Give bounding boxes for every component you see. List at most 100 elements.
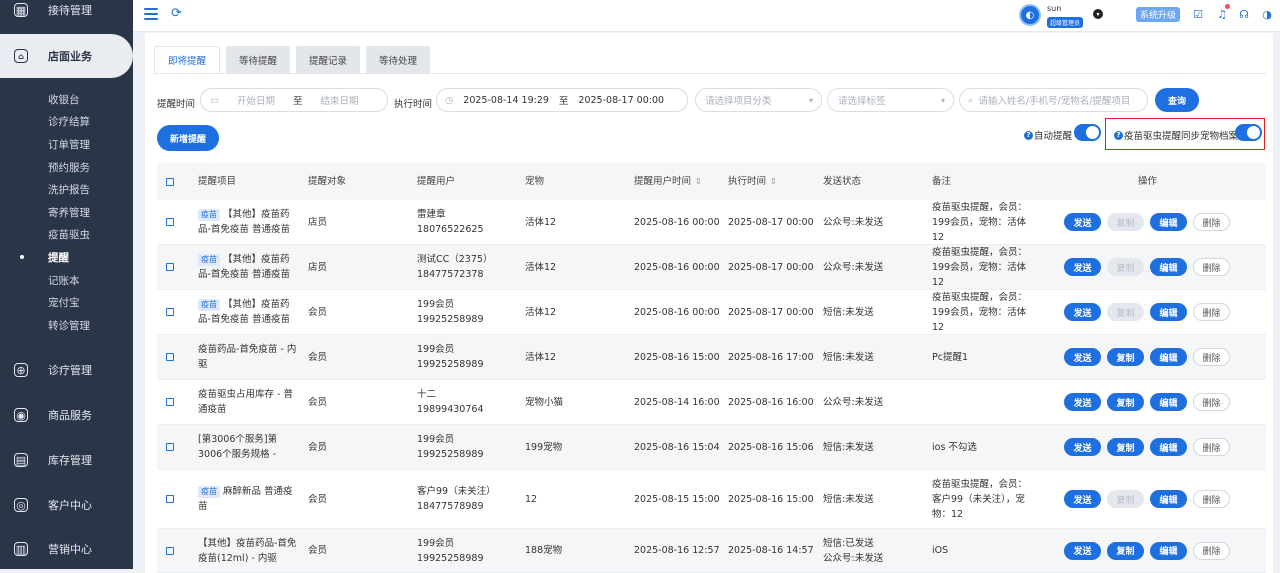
exec-date-range[interactable]: ◷ 2025-08-14 19:29 至 2025-08-17 00:00 bbox=[436, 88, 688, 112]
checkbox[interactable] bbox=[166, 308, 174, 316]
row-checkbox-cell[interactable] bbox=[166, 470, 174, 528]
edit-button[interactable]: 编辑 bbox=[1150, 438, 1187, 456]
row-checkbox-cell[interactable] bbox=[166, 425, 174, 469]
send-button[interactable]: 发送 bbox=[1064, 348, 1101, 366]
row-checkbox-cell[interactable] bbox=[166, 245, 174, 289]
sidebar-subitem[interactable]: 订单管理 bbox=[0, 133, 133, 156]
sync-toggle[interactable] bbox=[1235, 124, 1262, 141]
copy-button[interactable]: 复制 bbox=[1107, 438, 1144, 456]
sidebar-group[interactable]: ▤ 库存管理 bbox=[0, 440, 133, 480]
delete-button[interactable]: 删除 bbox=[1193, 213, 1230, 231]
row-checkbox-cell[interactable] bbox=[166, 380, 174, 424]
table-row: 疫苗药品-首免疫苗 - 内驱 会员 199会员 19925258989 活体12 2025… bbox=[157, 335, 1266, 380]
tab-item[interactable]: 等待提醒 bbox=[226, 46, 291, 73]
row-checkbox-cell[interactable] bbox=[166, 335, 174, 379]
sidebar-group[interactable]: ◉ 商品服务 bbox=[0, 395, 133, 435]
checkbox[interactable] bbox=[166, 177, 174, 186]
send-button[interactable]: 发送 bbox=[1064, 213, 1101, 231]
checkbox[interactable] bbox=[166, 218, 174, 226]
send-button[interactable]: 发送 bbox=[1064, 541, 1101, 560]
edit-button[interactable]: 编辑 bbox=[1150, 213, 1187, 231]
copy-button[interactable]: 复制 bbox=[1107, 541, 1144, 560]
query-button[interactable]: 查询 bbox=[1155, 88, 1199, 112]
nav-reception[interactable]: ▦ 接待管理 bbox=[0, 0, 133, 30]
sidebar-subitem[interactable]: 转诊管理 bbox=[0, 314, 133, 337]
edit-button[interactable]: 编辑 bbox=[1150, 490, 1187, 508]
checkbox[interactable] bbox=[166, 546, 174, 555]
tab-item[interactable]: 即将提醒 bbox=[154, 46, 221, 73]
checkbox[interactable] bbox=[166, 443, 174, 451]
bell-icon[interactable]: ♫ bbox=[1215, 7, 1229, 21]
headset-icon[interactable]: ☊ bbox=[1237, 7, 1251, 21]
support-icon[interactable]: ◑ bbox=[1260, 7, 1274, 21]
nav-store-business[interactable]: ⌂ 店面业务 bbox=[0, 34, 133, 78]
select-all-checkbox[interactable] bbox=[166, 163, 174, 200]
auto-remind-toggle[interactable] bbox=[1074, 124, 1101, 141]
sidebar-subitem[interactable]: 疫苗驱虫 bbox=[0, 224, 133, 247]
sidebar-subitem[interactable]: 诊疗结算 bbox=[0, 111, 133, 134]
sidebar-subitem[interactable]: 记账本 bbox=[0, 269, 133, 292]
pet-cell: 活体12 bbox=[525, 306, 557, 318]
sidebar-subitem[interactable]: 洗护报告 bbox=[0, 178, 133, 201]
new-reminder-button[interactable]: 新增提醒 bbox=[157, 125, 219, 151]
sort-icon[interactable]: ⇕ bbox=[770, 174, 777, 189]
sidebar-group[interactable]: ▥ 营销中心 bbox=[0, 529, 133, 569]
column-header: 操作 bbox=[1138, 163, 1157, 200]
avatar[interactable]: ◐ bbox=[1019, 4, 1041, 26]
calendar-check-icon[interactable]: ☑ bbox=[1191, 7, 1205, 21]
send-button[interactable]: 发送 bbox=[1064, 258, 1101, 276]
remind-date-range[interactable]: ▭ 开始日期 至 结束日期 bbox=[200, 88, 388, 112]
menu-toggle-icon[interactable] bbox=[144, 8, 158, 20]
sidebar-group[interactable]: ⊕ 诊疗管理 bbox=[0, 350, 133, 390]
delete-button[interactable]: 删除 bbox=[1193, 303, 1230, 321]
checkbox[interactable] bbox=[166, 353, 174, 361]
exec-time-label: 执行时间 bbox=[394, 99, 433, 110]
sidebar-subitem[interactable]: 宠付宝 bbox=[0, 291, 133, 314]
remind-time-cell: 2025-08-16 15:00 bbox=[634, 351, 720, 363]
tab-item[interactable]: 提醒记录 bbox=[296, 46, 361, 73]
row-checkbox-cell[interactable] bbox=[166, 529, 174, 572]
search-input[interactable]: ⌕ 请输入姓名/手机号/宠物名/提醒项目 bbox=[959, 88, 1148, 112]
sidebar-subitem[interactable]: 预约服务 bbox=[0, 156, 133, 179]
row-checkbox-cell[interactable] bbox=[166, 290, 174, 334]
sidebar-subitem[interactable]: 寄养管理 bbox=[0, 201, 133, 224]
help-icon[interactable]: ? bbox=[1024, 130, 1033, 140]
sidebar-group[interactable]: ◎ 客户中心 bbox=[0, 485, 133, 525]
send-button[interactable]: 发送 bbox=[1064, 303, 1101, 321]
user-dropdown-icon[interactable]: ▾ bbox=[1093, 9, 1103, 19]
category-select[interactable]: 请选择项目分类 ▾ bbox=[695, 88, 822, 112]
delete-button[interactable]: 删除 bbox=[1193, 258, 1230, 276]
edit-button[interactable]: 编辑 bbox=[1150, 258, 1187, 276]
delete-button[interactable]: 删除 bbox=[1193, 541, 1230, 560]
delete-button[interactable]: 删除 bbox=[1193, 438, 1230, 456]
edit-button[interactable]: 编辑 bbox=[1150, 303, 1187, 321]
checkbox[interactable] bbox=[166, 263, 174, 271]
sidebar-subitem[interactable]: 提醒 bbox=[0, 246, 133, 269]
send-button[interactable]: 发送 bbox=[1064, 490, 1101, 508]
tab-bar: 即将提醒 等待提醒 提醒记录 等待处理 bbox=[154, 46, 431, 73]
edit-button[interactable]: 编辑 bbox=[1150, 348, 1187, 366]
status-text: 公众号:未发送 bbox=[823, 261, 884, 273]
checkbox[interactable] bbox=[166, 495, 174, 503]
copy-button[interactable]: 复制 bbox=[1107, 393, 1144, 411]
help-icon[interactable]: ? bbox=[1114, 130, 1123, 140]
copy-button[interactable]: 复制 bbox=[1107, 348, 1144, 366]
tag-select[interactable]: 请选择标签 ▾ bbox=[827, 88, 954, 112]
item-cell: 【其他】疫苗药品-首免疫苗(12ml) - 内驱 bbox=[198, 529, 298, 572]
delete-button[interactable]: 删除 bbox=[1193, 348, 1230, 366]
edit-button[interactable]: 编辑 bbox=[1150, 541, 1187, 560]
delete-button[interactable]: 删除 bbox=[1193, 490, 1230, 508]
send-button[interactable]: 发送 bbox=[1064, 438, 1101, 456]
sort-icon[interactable]: ⇕ bbox=[695, 174, 702, 189]
refresh-icon[interactable]: ⟳ bbox=[171, 6, 182, 21]
target-cell: 店员 bbox=[308, 261, 328, 273]
edit-button[interactable]: 编辑 bbox=[1150, 393, 1187, 411]
customer-icon: ◎ bbox=[14, 498, 28, 512]
send-button[interactable]: 发送 bbox=[1064, 393, 1101, 411]
sidebar-subitem[interactable]: 收银台 bbox=[0, 88, 133, 111]
checkbox[interactable] bbox=[166, 398, 174, 406]
upgrade-button[interactable]: 系统升级 bbox=[1136, 7, 1181, 22]
delete-button[interactable]: 删除 bbox=[1193, 393, 1230, 411]
tab-item[interactable]: 等待处理 bbox=[366, 46, 431, 73]
row-checkbox-cell[interactable] bbox=[166, 200, 174, 244]
